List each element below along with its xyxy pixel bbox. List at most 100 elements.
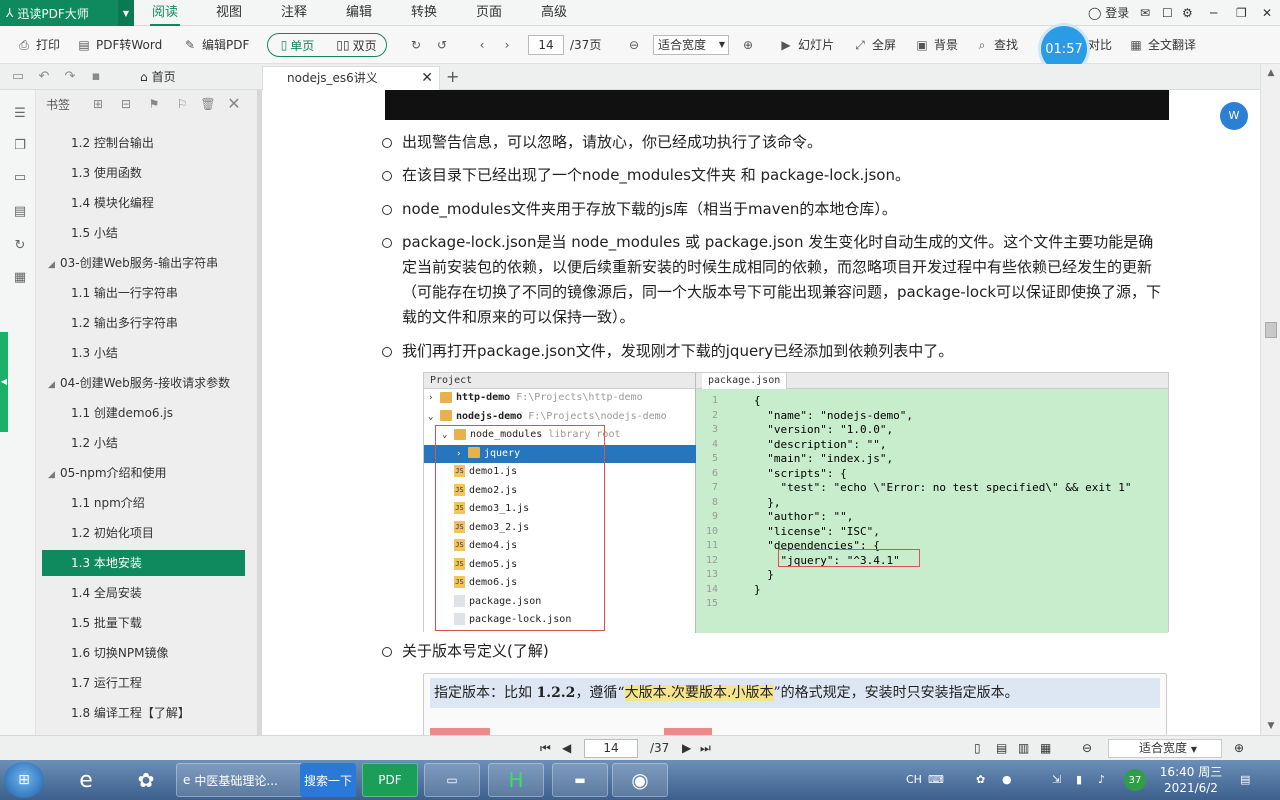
single-view-icon[interactable]: ▯ (974, 736, 981, 761)
language-indicator[interactable]: CH (906, 760, 922, 800)
minimize-icon[interactable]: ─ (1210, 0, 1217, 26)
double-page-button[interactable]: ▯▯ 双页 (327, 34, 386, 56)
fullscreen-button[interactable]: ⤢ 全屏 (852, 34, 896, 56)
prev-page-button[interactable]: ‹ (474, 34, 490, 56)
close-tab-icon[interactable]: ✕ (421, 67, 433, 89)
next-page-icon[interactable]: ▶ (682, 736, 691, 761)
system-clock[interactable]: 16:40 周三 2021/6/2 (1156, 764, 1226, 796)
chrome-icon[interactable]: ◉ (612, 763, 668, 797)
bookmark-item[interactable]: 1.2 小结 (42, 430, 245, 456)
page-number-input[interactable]: 14 (528, 35, 564, 55)
bookmark-list-icon[interactable]: ☰ (12, 106, 28, 122)
bookmark-item[interactable]: 1.8 编译工程【了解】 (42, 700, 245, 726)
bookmark-item[interactable]: 1.5 批量下载 (42, 610, 245, 636)
bookmark-item[interactable]: 1.4 模块化编程 (42, 190, 245, 216)
single-page-button[interactable]: ▯ 单页 (268, 34, 327, 56)
shirt-icon[interactable]: ☐ (1162, 0, 1173, 26)
notification-icon[interactable]: ▤ (1240, 760, 1250, 800)
tab-home[interactable]: ⌂ 首页 (140, 64, 176, 90)
status-zoom-in-icon[interactable]: ⊕ (1234, 736, 1244, 761)
scroll-down-icon[interactable]: ▼ (1261, 721, 1280, 731)
menu-convert[interactable]: 转换 (409, 0, 439, 26)
translate-float-icon[interactable]: W (1220, 102, 1248, 130)
edit-pdf-button[interactable]: ✎ 编辑PDF (182, 34, 249, 56)
last-page-icon[interactable]: ⏭ (700, 736, 711, 761)
volume-icon[interactable]: ♪ (1098, 760, 1105, 800)
redo-icon[interactable]: ↷ (62, 69, 78, 85)
add-tab-button[interactable]: + (446, 64, 459, 90)
compare-button[interactable]: 对比 (1088, 34, 1112, 56)
tray-app-icon[interactable]: ● (1002, 760, 1012, 800)
thumbnails-icon[interactable]: ❐ (12, 138, 28, 154)
app-dropdown-icon[interactable]: ▼ (118, 0, 134, 26)
login-button[interactable]: ◯ 登录 (1088, 0, 1129, 26)
app-menu-button[interactable]: ⅄ 迅读PDF大师 ▼ (0, 0, 134, 26)
bookmark-item[interactable]: 1.2 初始化项目 (42, 520, 245, 546)
start-button[interactable]: ⊞ (4, 762, 44, 798)
double-view-icon[interactable]: ▥ (1018, 736, 1029, 761)
zoom-out-button[interactable]: ⊖ (626, 34, 642, 56)
bookmark-item[interactable]: ◢ 04-创建Web服务-接收请求参数 (42, 370, 245, 396)
bookmark-item[interactable]: 1.6 切换NPM镜像 (42, 640, 245, 666)
zoom-select[interactable]: 适合宽度 ▼ (653, 35, 729, 55)
file-explorer-icon[interactable]: ▭ (424, 763, 480, 797)
rotate-ccw-button[interactable]: ↺ (434, 34, 450, 56)
taskbar-pdf-app[interactable]: PDF (362, 763, 418, 797)
expand-all-icon[interactable]: ⊞ (90, 96, 106, 112)
bookmark-item[interactable]: ◢ 03-创建Web服务-输出字符串 (42, 250, 245, 276)
keyboard-icon[interactable]: ⌨ (928, 760, 944, 800)
menu-advanced[interactable]: 高级 (539, 0, 569, 26)
menu-read[interactable]: 阅读 (150, 0, 180, 26)
bookmark-settings-icon[interactable]: ⚐ (174, 96, 190, 112)
add-bookmark-icon[interactable]: ⚑ (146, 96, 162, 112)
terminal-icon[interactable]: ▬ (552, 763, 608, 797)
expand-triangle-icon[interactable]: ◢ (48, 372, 60, 398)
bookmark-item[interactable]: 1.3 使用函数 (42, 160, 245, 186)
restore-icon[interactable]: ❐ (1236, 0, 1247, 26)
bookmark-item[interactable]: 1.2 输出多行字符串 (42, 310, 245, 336)
undo-icon[interactable]: ↶ (36, 69, 52, 85)
slideshow-button[interactable]: ▶ 幻灯片 (778, 34, 834, 56)
tray-badge[interactable]: 37 (1124, 769, 1146, 791)
bookmark-item[interactable]: 1.2 控制台输出 (42, 130, 245, 156)
scroll-up-icon[interactable]: ▲ (1261, 68, 1280, 78)
menu-edit[interactable]: 编辑 (344, 0, 374, 26)
save-icon[interactable]: ▪ (88, 69, 104, 85)
word-convert-icon[interactable]: ▤ (12, 204, 28, 220)
comments-icon[interactable]: ▭ (12, 170, 28, 186)
tray-usb-icon[interactable]: ⇲ (1052, 760, 1061, 800)
zoom-in-button[interactable]: ⊕ (740, 34, 756, 56)
status-page-input[interactable]: 14 (584, 739, 638, 758)
delete-icon[interactable]: 🗑 (200, 96, 216, 112)
pdf-to-word-button[interactable]: ▤ PDF转Word (76, 34, 162, 56)
search-button[interactable]: 搜索一下 (300, 763, 356, 797)
collapse-all-icon[interactable]: ⊟ (118, 96, 134, 112)
bookmark-item[interactable]: 1.1 创建demo6.js (42, 400, 245, 426)
print-button[interactable]: ⎙ 打印 (16, 34, 60, 56)
bookmark-item[interactable]: 1.1 输出一行字符串 (42, 280, 245, 306)
bookmark-item[interactable]: 1.1 npm介绍 (42, 490, 245, 516)
bookmark-item[interactable]: ◢ 05-npm介绍和使用 (42, 460, 245, 486)
close-window-icon[interactable]: ✕ (1262, 0, 1272, 26)
ie-icon[interactable]: e (64, 763, 108, 797)
rotate-cw-button[interactable]: ↻ (408, 34, 424, 56)
menu-view[interactable]: 视图 (214, 0, 244, 26)
first-page-icon[interactable]: ⏮ (540, 736, 551, 761)
vertical-scrollbar[interactable]: ▲ ▼ (1260, 64, 1280, 735)
message-icon[interactable]: ✉ (1140, 0, 1150, 26)
bookmark-item[interactable]: 1.7 运行工程 (42, 670, 245, 696)
history-icon[interactable]: ↻ (12, 238, 28, 254)
translate-button[interactable]: ▦ 全文翻译 (1128, 34, 1196, 56)
bookmark-item[interactable]: 1.4 全局安装 (42, 580, 245, 606)
find-button[interactable]: ⌕ 查找 (974, 34, 1018, 56)
background-button[interactable]: ▣ 背景 (914, 34, 958, 56)
next-page-button[interactable]: › (499, 34, 515, 56)
expand-triangle-icon[interactable]: ◢ (48, 252, 60, 278)
collapse-handle[interactable]: ◀ (0, 332, 8, 432)
excel-convert-icon[interactable]: ▦ (12, 270, 28, 286)
close-sidebar-icon[interactable]: ✕ (226, 96, 242, 112)
gear-icon[interactable]: ⚙ (1182, 0, 1193, 26)
tray-flower-icon[interactable]: ✿ (976, 760, 985, 800)
continuous-view-icon[interactable]: ▤ (996, 736, 1007, 761)
menu-annotate[interactable]: 注释 (279, 0, 309, 26)
